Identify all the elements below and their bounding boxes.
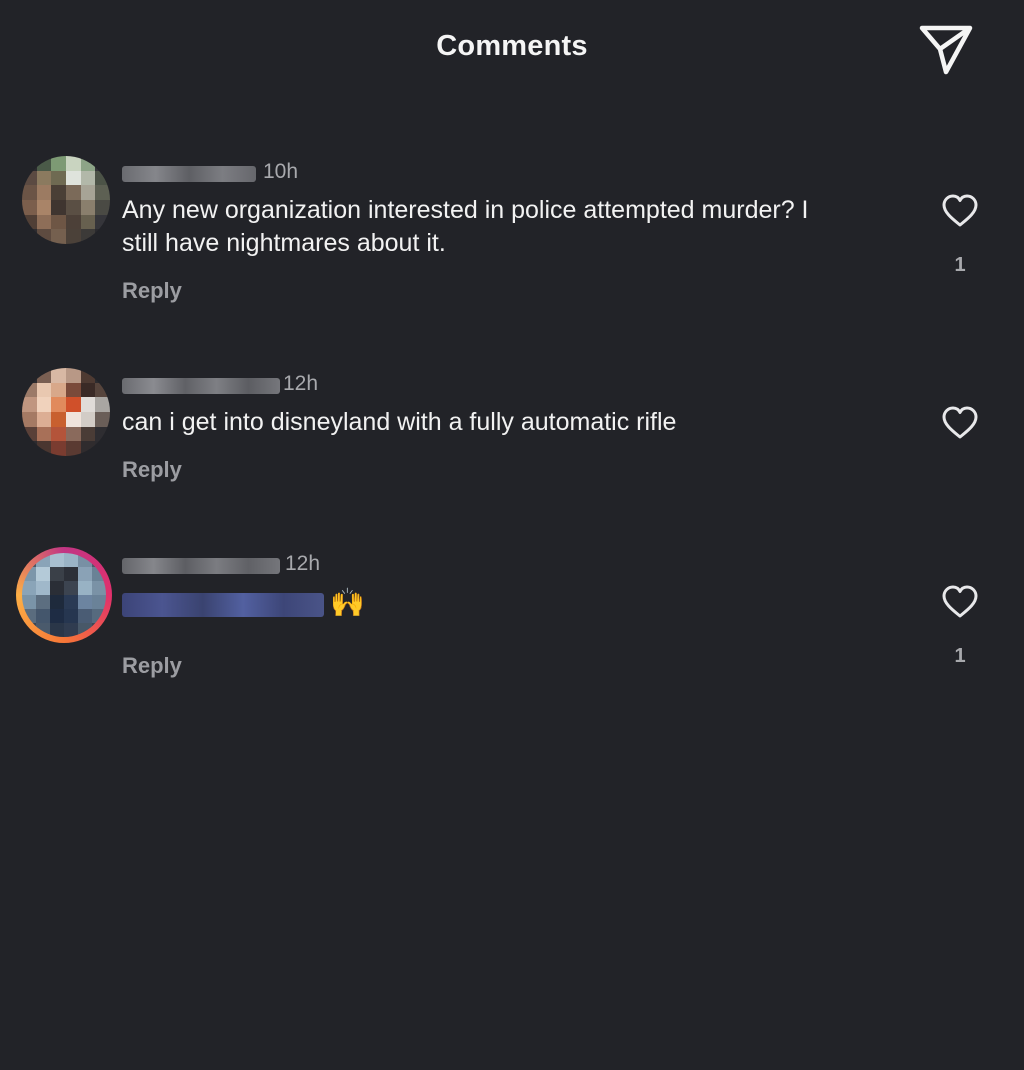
username-obscured[interactable] <box>122 166 256 182</box>
comments-header: Comments <box>0 0 1024 100</box>
reply-button[interactable]: Reply <box>122 278 182 304</box>
like-button[interactable] <box>940 584 980 620</box>
pixelated-avatar-image <box>22 553 106 637</box>
reply-button[interactable]: Reply <box>122 653 182 679</box>
heart-icon <box>942 585 978 618</box>
avatar <box>22 553 106 637</box>
heart-icon <box>942 194 978 227</box>
comment-time: 12h <box>285 552 321 575</box>
comment-text: can i get into disneyland with a fully a… <box>122 408 677 436</box>
share-button[interactable] <box>916 22 976 78</box>
like-button[interactable] <box>940 193 980 229</box>
comment-time: 12h <box>283 372 319 395</box>
comments-sheet: Comments 10h Any new organization intere… <box>0 0 1024 1070</box>
avatar-story-ring[interactable] <box>16 547 112 643</box>
pixelated-avatar-image <box>22 368 110 456</box>
username-obscured[interactable] <box>122 558 280 574</box>
send-icon <box>919 25 973 75</box>
avatar[interactable] <box>22 156 110 244</box>
avatar[interactable] <box>22 368 110 456</box>
like-count: 1 <box>954 254 966 276</box>
heart-icon <box>942 406 978 439</box>
like-button[interactable] <box>940 405 980 441</box>
comment-text-obscured <box>122 593 324 617</box>
username-obscured[interactable] <box>122 378 280 394</box>
reply-button[interactable]: Reply <box>122 457 182 483</box>
page-title: Comments <box>436 30 588 62</box>
pixelated-avatar-image <box>22 156 110 244</box>
raised-hands-emoji: 🙌 <box>330 587 365 618</box>
comment-text: Any new organization interested in polic… <box>122 196 809 257</box>
comment-time: 10h <box>263 160 299 183</box>
like-count: 1 <box>954 645 966 667</box>
